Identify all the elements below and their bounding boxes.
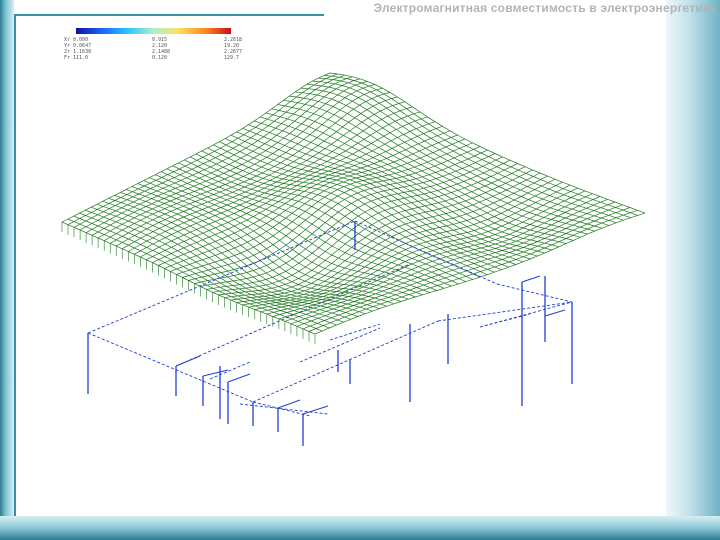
slide-frame-bottom bbox=[0, 516, 720, 540]
grounding-rod bbox=[521, 275, 541, 283]
slide-frame-left bbox=[0, 0, 14, 540]
surface-grid-line bbox=[260, 116, 559, 248]
grid-conductor bbox=[496, 283, 573, 303]
surface-grid-line bbox=[96, 203, 359, 317]
grounding-grid-wireframe bbox=[87, 220, 573, 446]
grid-conductor bbox=[479, 301, 573, 328]
surface-grid-line bbox=[296, 204, 623, 327]
surface-grid-line bbox=[314, 212, 646, 335]
grid-conductor bbox=[175, 263, 411, 367]
potential-surface-mesh bbox=[61, 72, 646, 345]
slide-frame-top-line bbox=[14, 14, 324, 16]
grounding-rod bbox=[227, 373, 251, 383]
grid-conductor bbox=[437, 301, 573, 322]
potential-surface-figure bbox=[61, 72, 646, 446]
surface-grid-line bbox=[137, 183, 409, 300]
grounding-rod bbox=[544, 309, 566, 317]
grid-conductor bbox=[329, 323, 381, 341]
grounding-rod bbox=[175, 355, 201, 367]
surface-grid-line bbox=[284, 198, 608, 322]
slide-frame-right bbox=[666, 0, 720, 540]
surface-grid-line bbox=[170, 138, 466, 272]
surface-grid-line bbox=[224, 169, 533, 298]
surface-grid-line bbox=[67, 218, 323, 332]
surface-grid-line bbox=[302, 207, 631, 330]
surface-grid-line bbox=[254, 120, 552, 251]
grid-conductor bbox=[87, 220, 356, 334]
slide-title: Электромагнитная совместимость в электро… bbox=[373, 1, 716, 15]
grounding-rod bbox=[277, 399, 301, 409]
slide-frame-left-line bbox=[14, 14, 16, 520]
